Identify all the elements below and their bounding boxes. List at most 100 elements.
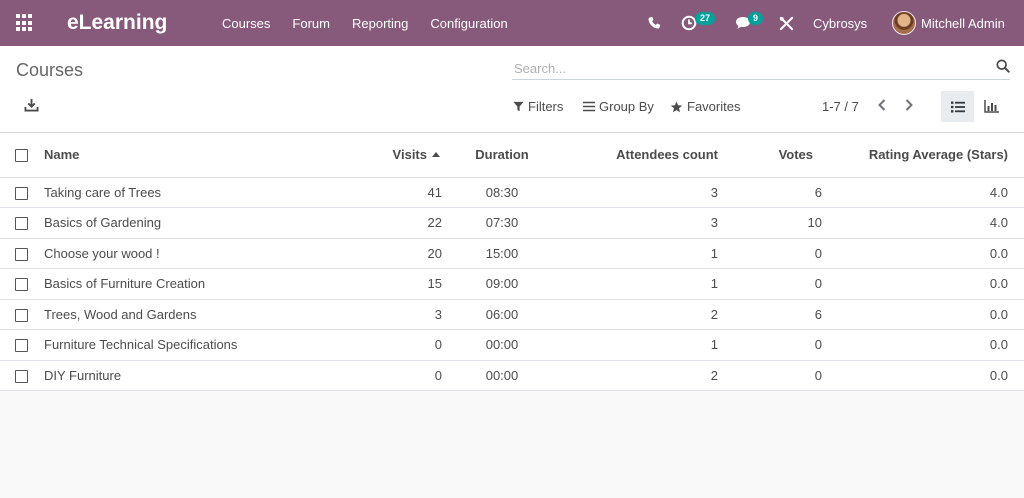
cell-duration[interactable]: 09:00 <box>442 268 562 300</box>
menu-item-forum[interactable]: Forum <box>292 16 330 31</box>
cell-attendees[interactable]: 1 <box>562 268 718 300</box>
table-row[interactable]: Basics of Furniture Creation 15 09:00 1 … <box>0 268 1024 300</box>
table-row[interactable]: Basics of Gardening 22 07:30 3 10 4.0 <box>0 207 1024 239</box>
cell-visits[interactable]: 41 <box>332 177 442 208</box>
column-header-attendees[interactable]: Attendees count <box>562 133 718 178</box>
cell-attendees[interactable]: 2 <box>562 299 718 330</box>
cell-rating[interactable]: 4.0 <box>822 177 1024 208</box>
cell-votes[interactable]: 10 <box>718 207 822 239</box>
column-header-rating[interactable]: Rating Average (Stars) <box>822 133 1024 178</box>
cell-name[interactable]: DIY Furniture <box>44 360 332 391</box>
visits-value: 20 <box>427 245 442 261</box>
row-select-cell <box>0 299 44 330</box>
cell-duration[interactable]: 06:00 <box>442 299 562 330</box>
cell-name[interactable]: Basics of Furniture Creation <box>44 268 332 300</box>
cell-votes[interactable]: 6 <box>718 299 822 330</box>
cell-duration[interactable]: 15:00 <box>442 238 562 269</box>
group-by-button[interactable]: Group By <box>583 99 654 114</box>
cell-duration[interactable]: 00:00 <box>442 329 562 361</box>
cell-rating[interactable]: 0.0 <box>822 238 1024 269</box>
cell-rating[interactable]: 0.0 <box>822 360 1024 391</box>
list-view-button[interactable] <box>941 91 974 122</box>
search-icon[interactable] <box>996 59 1010 78</box>
cell-visits[interactable]: 22 <box>332 207 442 239</box>
cell-rating[interactable]: 0.0 <box>822 329 1024 361</box>
menu-item-reporting[interactable]: Reporting <box>352 16 408 31</box>
menu-item-configuration[interactable]: Configuration <box>430 16 507 31</box>
cell-visits[interactable]: 0 <box>332 329 442 361</box>
cell-attendees[interactable]: 2 <box>562 360 718 391</box>
user-menu[interactable]: Mitchell Admin <box>921 16 1005 31</box>
cell-attendees[interactable]: 1 <box>562 329 718 361</box>
row-select-cell <box>0 207 44 239</box>
pager-value[interactable]: 1-7 / 7 <box>822 99 859 114</box>
table-row[interactable]: Trees, Wood and Gardens 3 06:00 2 6 0.0 <box>0 299 1024 330</box>
table-row[interactable]: DIY Furniture 0 00:00 2 0 0.0 <box>0 360 1024 391</box>
cell-name[interactable]: Choose your wood ! <box>44 238 332 269</box>
table-row[interactable]: Taking care of Trees 41 08:30 3 6 4.0 <box>0 177 1024 208</box>
column-header-votes[interactable]: Votes <box>718 133 822 178</box>
activity-clock-icon[interactable] <box>681 0 697 46</box>
cell-name[interactable]: Taking care of Trees <box>44 177 332 208</box>
select-all-checkbox[interactable] <box>15 149 28 163</box>
cell-name[interactable]: Basics of Gardening <box>44 207 332 239</box>
cell-rating[interactable]: 0.0 <box>822 299 1024 330</box>
row-checkbox[interactable] <box>15 217 28 231</box>
row-checkbox[interactable] <box>15 186 28 200</box>
cell-attendees[interactable]: 3 <box>562 177 718 208</box>
courses-list: Name Visits Duration Attendees count Vot… <box>0 133 1024 498</box>
cell-visits[interactable]: 15 <box>332 268 442 300</box>
row-checkbox[interactable] <box>15 308 28 322</box>
search-input[interactable] <box>512 57 982 79</box>
cell-name[interactable]: Furniture Technical Specifications <box>44 329 332 361</box>
visits-value: 3 <box>434 306 442 322</box>
list-view-icon <box>950 101 965 112</box>
cell-name[interactable]: Trees, Wood and Gardens <box>44 299 332 330</box>
cell-duration[interactable]: 07:30 <box>442 207 562 239</box>
cell-visits[interactable]: 20 <box>332 238 442 269</box>
cell-attendees[interactable]: 1 <box>562 238 718 269</box>
row-checkbox[interactable] <box>15 278 28 292</box>
download-icon[interactable] <box>24 98 39 117</box>
star-icon <box>670 101 683 112</box>
message-count-badge: 9 <box>748 12 764 25</box>
row-checkbox[interactable] <box>15 247 28 261</box>
column-label: Votes <box>778 147 813 163</box>
cell-votes[interactable]: 0 <box>718 238 822 269</box>
row-checkbox[interactable] <box>15 339 28 353</box>
company-switcher[interactable]: Cybrosys <box>813 16 867 31</box>
favorites-button[interactable]: Favorites <box>670 99 740 114</box>
pager-previous-icon[interactable] <box>876 98 888 117</box>
cell-votes[interactable]: 0 <box>718 360 822 391</box>
pager-next-icon[interactable] <box>903 98 915 117</box>
cell-rating[interactable]: 0.0 <box>822 268 1024 300</box>
cell-duration[interactable]: 08:30 <box>442 177 562 208</box>
app-brand[interactable]: eLearning <box>67 11 167 35</box>
cell-duration[interactable]: 00:00 <box>442 360 562 391</box>
debug-tools-icon[interactable] <box>779 0 794 46</box>
phone-icon[interactable] <box>647 0 661 46</box>
visits-value: 15 <box>427 276 442 292</box>
breadcrumb[interactable]: Courses <box>16 60 83 81</box>
graph-view-button[interactable] <box>976 91 1006 122</box>
row-checkbox[interactable] <box>15 369 28 383</box>
filters-button[interactable]: Filters <box>513 99 563 114</box>
column-header-visits[interactable]: Visits <box>332 133 442 178</box>
menu-item-courses[interactable]: Courses <box>222 16 270 31</box>
cell-votes[interactable]: 6 <box>718 177 822 208</box>
cell-visits[interactable]: 0 <box>332 360 442 391</box>
cell-rating[interactable]: 4.0 <box>822 207 1024 239</box>
cell-attendees[interactable]: 3 <box>562 207 718 239</box>
column-header-name[interactable]: Name <box>44 133 332 178</box>
cell-votes[interactable]: 0 <box>718 329 822 361</box>
table-row[interactable]: Furniture Technical Specifications 0 00:… <box>0 329 1024 361</box>
row-select-cell <box>0 360 44 391</box>
column-header-duration[interactable]: Duration <box>442 133 562 178</box>
column-label: Attendees count <box>616 147 718 163</box>
cell-votes[interactable]: 0 <box>718 268 822 300</box>
visits-value: 41 <box>427 184 442 200</box>
apps-menu-icon[interactable] <box>16 14 34 32</box>
cell-visits[interactable]: 3 <box>332 299 442 330</box>
user-avatar[interactable] <box>892 11 916 35</box>
table-row[interactable]: Choose your wood ! 20 15:00 1 0 0.0 <box>0 238 1024 269</box>
